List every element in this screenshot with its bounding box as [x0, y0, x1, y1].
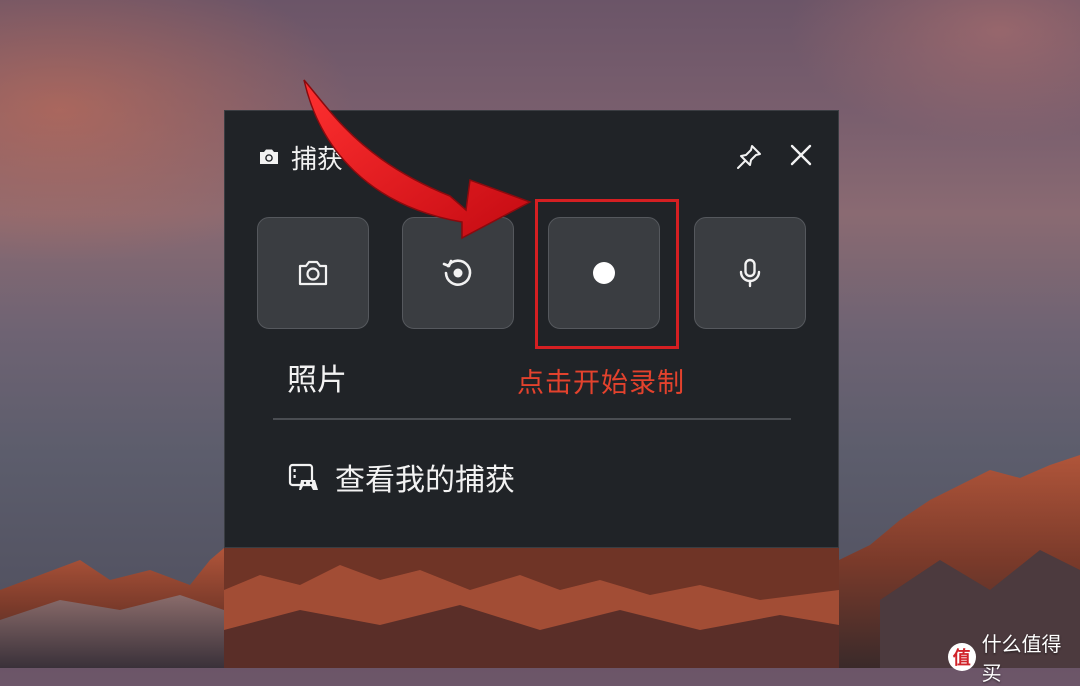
divider	[273, 418, 791, 420]
microphone-icon	[739, 258, 761, 288]
camera-icon	[298, 260, 328, 286]
close-icon[interactable]	[785, 139, 817, 171]
camera-icon	[260, 149, 278, 164]
pin-icon[interactable]	[733, 141, 765, 173]
record-recent-button[interactable]	[402, 217, 514, 329]
photo-label: 照片	[287, 363, 347, 398]
photo-button[interactable]	[257, 217, 369, 329]
gallery-icon	[288, 463, 318, 490]
capture-panel: 捕获 照片 点击开始录制 查看我的捕获	[224, 110, 839, 548]
view-captures-link[interactable]: 查看我的捕获	[287, 457, 515, 498]
annotation-text: 点击开始录制	[517, 368, 685, 399]
view-captures-label: 查看我的捕获	[335, 463, 515, 498]
watermark: 值 什么值得买	[948, 628, 1080, 686]
watermark-text: 什么值得买	[981, 632, 1062, 685]
panel-header: 捕获	[257, 139, 343, 175]
replay-icon	[442, 259, 472, 286]
microphone-button[interactable]	[694, 217, 806, 329]
highlight-box	[535, 199, 679, 349]
panel-title: 捕获	[291, 144, 344, 175]
watermark-logo: 值	[948, 643, 976, 671]
